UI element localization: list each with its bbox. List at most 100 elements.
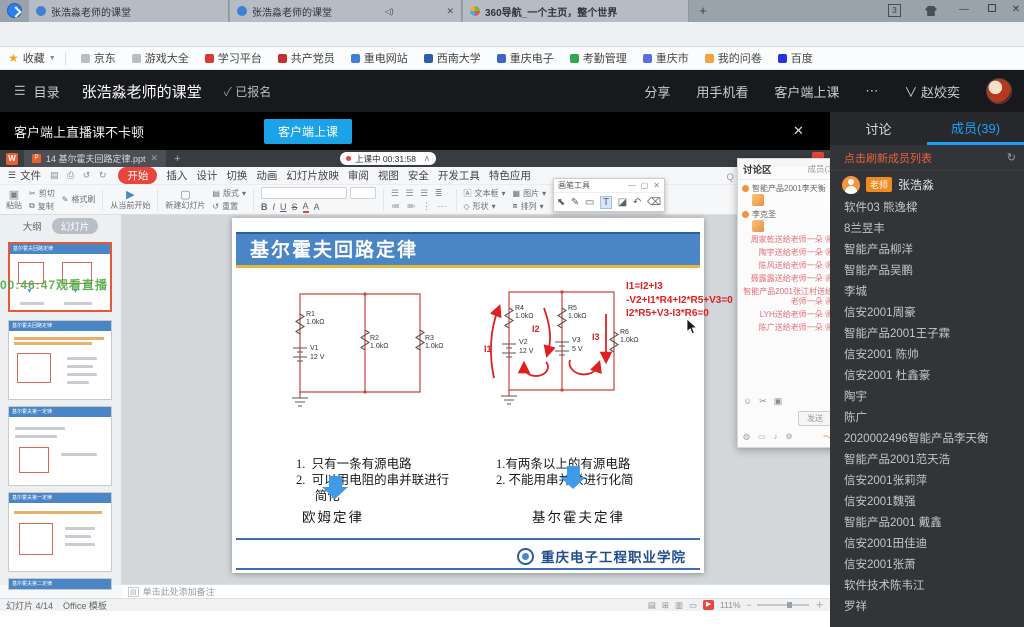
- slideshow-play-button[interactable]: ▶: [703, 600, 714, 610]
- more-icon[interactable]: ⋯: [865, 83, 878, 99]
- reset-button[interactable]: ↺ 重置: [212, 201, 246, 212]
- view-normal-icon[interactable]: ▤: [648, 600, 656, 611]
- bookmark-item[interactable]: 学习平台: [199, 48, 268, 68]
- panel-restore-icon[interactable]: ▢: [641, 181, 649, 190]
- bookmark-item[interactable]: 重庆电子: [491, 48, 560, 68]
- mic-icon[interactable]: ◍: [743, 432, 750, 441]
- wps-document-tab[interactable]: P 14 基尔霍夫回路定律.ppt ✕: [24, 150, 166, 167]
- play-from-current-button[interactable]: ▶从当前开始: [110, 189, 150, 211]
- font-size-select[interactable]: [350, 187, 376, 199]
- bookmark-item[interactable]: 重电网站: [345, 48, 414, 68]
- menu-item[interactable]: 特色应用: [489, 168, 531, 183]
- chat-image[interactable]: [752, 194, 764, 206]
- bold-button[interactable]: B: [261, 202, 268, 212]
- window-close-button[interactable]: ✕: [1009, 4, 1023, 15]
- send-button[interactable]: 发送: [798, 411, 832, 426]
- favorites-label[interactable]: 收藏: [23, 50, 45, 66]
- zoom-in-icon[interactable]: ＋: [815, 599, 824, 611]
- image-icon[interactable]: ▣: [774, 396, 783, 407]
- browser-logo-icon[interactable]: [7, 3, 22, 18]
- screenshot-icon[interactable]: ✂: [759, 396, 767, 407]
- slide-thumbnail-2[interactable]: 基尔霍夫回路定律: [8, 320, 112, 400]
- collapse-icon[interactable]: ∧: [424, 153, 430, 164]
- slide-thumbnail-3[interactable]: 基尔霍夫第一定律: [8, 406, 112, 486]
- bookmark-item[interactable]: 京东: [75, 48, 122, 68]
- chat-icon[interactable]: ▭: [758, 432, 766, 441]
- menu-item[interactable]: 设计: [196, 168, 217, 183]
- tab-members[interactable]: 成员(39): [927, 112, 1024, 145]
- share-button[interactable]: 分享: [644, 82, 670, 101]
- rectangle-tool-icon[interactable]: ▭: [585, 197, 594, 208]
- menu-item[interactable]: 安全: [408, 168, 429, 183]
- favorites-caret-icon[interactable]: ▼: [49, 55, 56, 62]
- delete-tool-icon[interactable]: ⌫: [647, 197, 661, 208]
- format-painter-button[interactable]: ✎ 格式刷: [62, 194, 96, 205]
- new-tab-button[interactable]: +: [695, 3, 711, 19]
- zoom-out-icon[interactable]: −: [747, 600, 752, 610]
- file-menu[interactable]: ☰文件: [8, 168, 41, 183]
- undo-tool-icon[interactable]: ↶: [633, 197, 641, 208]
- select-tool-icon[interactable]: ⬉: [557, 197, 565, 208]
- menu-item[interactable]: 视图: [378, 168, 399, 183]
- text-tool-icon[interactable]: T: [600, 196, 612, 209]
- notes-bar[interactable]: ▤ 单击此处添加备注: [122, 584, 830, 598]
- arrange-button[interactable]: ⧈ 排列 ▾: [513, 201, 547, 212]
- browser-skin-icon[interactable]: [925, 6, 937, 16]
- cut-button[interactable]: ✂ 剪切: [29, 188, 55, 199]
- bookmark-item[interactable]: 西南大学: [418, 48, 487, 68]
- menu-item[interactable]: 幻灯片放映: [286, 168, 339, 183]
- settings-icon[interactable]: ⚙: [786, 432, 793, 441]
- list-buttons[interactable]: ≔ ≕ ⋮ ⋯: [391, 201, 449, 212]
- doc-tab-close-icon[interactable]: ✕: [151, 153, 159, 164]
- shape-button[interactable]: ◇ 形状 ▾: [464, 201, 506, 212]
- text-box-button[interactable]: 🄰 文本框 ▾: [464, 188, 506, 199]
- browser-tab-2[interactable]: 张浩淼老师的课堂 ◁) ✕: [230, 0, 462, 22]
- menu-item[interactable]: 开发工具: [438, 168, 480, 183]
- discussion-member-tab[interactable]: 成员(3: [807, 163, 832, 175]
- member-list[interactable]: 软件03 熊逸樑 8兰昱丰 智能产品柳洋 智能产品吴鹏 李城 信安2001周豪 …: [830, 198, 1024, 618]
- outline-tab[interactable]: 大纲: [23, 219, 42, 233]
- browser-tab-1[interactable]: 张浩淼老师的课堂: [29, 0, 229, 22]
- tab-audio-icon[interactable]: ◁): [385, 7, 394, 16]
- new-slide-button[interactable]: ▢新建幻灯片: [165, 189, 205, 211]
- italic-button[interactable]: I: [272, 202, 275, 212]
- tab-count-badge[interactable]: 3: [888, 4, 901, 17]
- music-icon[interactable]: ♪: [774, 432, 778, 441]
- tab-discussion[interactable]: 讨论: [830, 112, 927, 145]
- member-row-teacher[interactable]: 老师 张浩淼: [830, 171, 1024, 198]
- strikethrough-button[interactable]: S: [292, 202, 298, 212]
- align-buttons[interactable]: ☰ ☰ ☰ ≣: [391, 188, 449, 199]
- bookmark-item[interactable]: 我的问卷: [699, 48, 768, 68]
- watch-on-phone-button[interactable]: 用手机看: [696, 82, 748, 101]
- menu-item[interactable]: 动画: [256, 168, 277, 183]
- refresh-icon[interactable]: ↻: [1007, 151, 1016, 164]
- live-status-pill[interactable]: 上课中 00:31:58 ∧: [340, 152, 436, 165]
- wps-logo-icon[interactable]: W: [6, 153, 18, 165]
- menu-home[interactable]: 开始: [118, 167, 157, 184]
- slide-thumbnail-5[interactable]: 基尔霍夫第二定律: [8, 578, 112, 590]
- bookmark-item[interactable]: 考勤管理: [564, 48, 633, 68]
- bookmark-item[interactable]: 游戏大全: [126, 48, 195, 68]
- bookmark-item[interactable]: 共产党员: [272, 48, 341, 68]
- layout-button[interactable]: ▤ 版式 ▾: [212, 188, 246, 199]
- quick-access-toolbar[interactable]: ▤ ⎙ ↺ ↻: [50, 170, 109, 181]
- font-color-button[interactable]: A: [303, 201, 309, 213]
- toc-menu-icon[interactable]: ☰: [14, 83, 26, 99]
- menu-item[interactable]: 插入: [166, 168, 187, 183]
- emoji-icon[interactable]: ☺: [743, 396, 752, 407]
- menu-item[interactable]: 审阅: [348, 168, 369, 183]
- slide-thumbnail-4[interactable]: 基尔霍夫第一定律: [8, 492, 112, 572]
- refresh-members-button[interactable]: 点击刷新成员列表 ↻: [830, 145, 1024, 171]
- font-family-select[interactable]: [261, 187, 347, 199]
- client-class-cta-button[interactable]: 客户端上课: [264, 119, 352, 144]
- client-class-button[interactable]: 客户端上课: [774, 82, 839, 101]
- favorites-star-icon[interactable]: ★: [8, 51, 19, 65]
- panel-close-icon[interactable]: ✕: [653, 181, 660, 190]
- copy-button[interactable]: ⧉ 复制: [29, 201, 55, 212]
- eraser-tool-icon[interactable]: ◪: [618, 197, 627, 208]
- view-reading-icon[interactable]: ▭: [689, 600, 697, 611]
- browser-tab-3[interactable]: 360导航_一个主页，整个世界: [463, 0, 689, 22]
- avatar[interactable]: [986, 78, 1012, 104]
- window-maximize-button[interactable]: [985, 4, 999, 15]
- notice-close-icon[interactable]: ✕: [793, 123, 804, 139]
